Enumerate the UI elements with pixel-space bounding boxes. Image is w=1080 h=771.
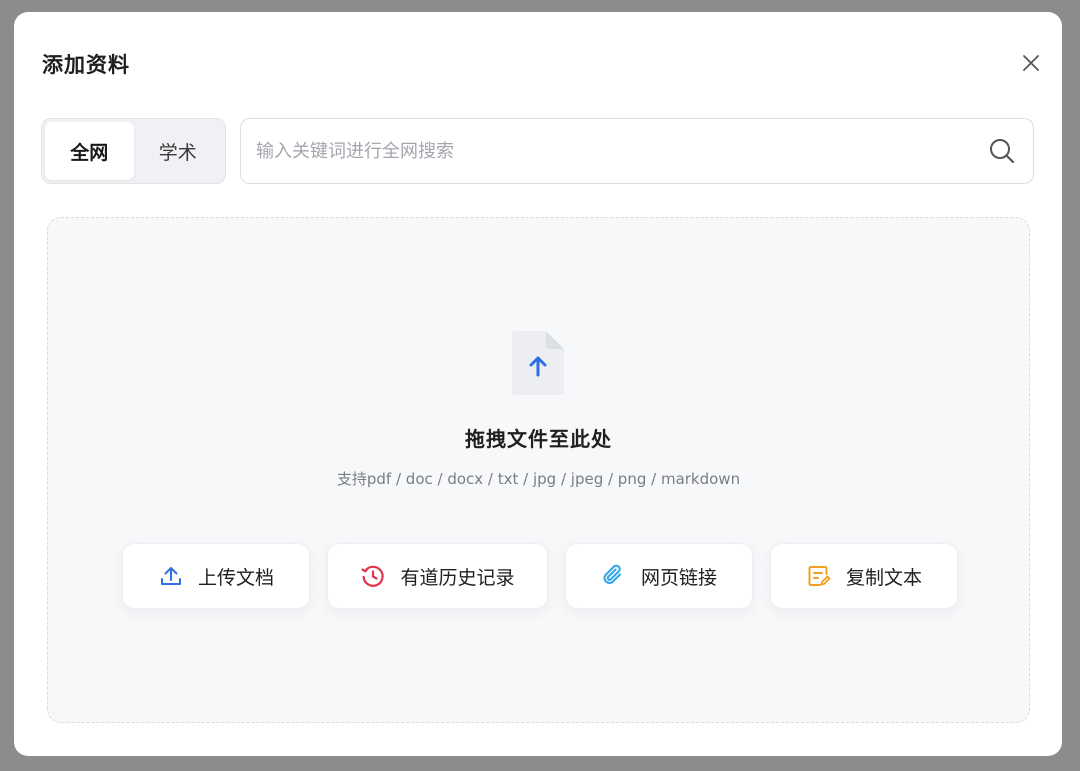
file-dropzone[interactable]: 拖拽文件至此处 支持pdf / doc / docx / txt / jpg /… [47,217,1030,723]
youdao-history-label: 有道历史记录 [400,566,515,589]
upload-document-label: 上传文档 [197,566,274,589]
search-box [240,118,1034,184]
paste-text-label: 复制文本 [845,566,922,589]
edit-note-icon [806,563,832,589]
dropzone-title: 拖拽文件至此处 [465,427,612,451]
add-material-dialog: 添加资料 全网 学术 拖拽文件至此处 支持pdf / doc / docx / … [14,12,1062,756]
search-scope-tabs: 全网 学术 [41,118,226,184]
search-input[interactable] [241,118,987,184]
file-upload-icon [512,331,564,395]
tab-academic[interactable]: 学术 [134,122,223,180]
tab-web[interactable]: 全网 [45,122,134,180]
source-actions: 上传文档 有道历史记录 网页链接 复制文本 [122,543,958,609]
supported-formats: 支持pdf / doc / docx / txt / jpg / jpeg / … [336,470,741,488]
upload-document-button[interactable]: 上传文档 [122,543,310,609]
web-link-button[interactable]: 网页链接 [565,543,753,609]
search-button[interactable] [987,136,1017,166]
upload-icon [158,563,184,589]
paperclip-icon [601,563,627,589]
history-icon [360,563,386,589]
close-button[interactable] [1018,50,1044,76]
youdao-history-button[interactable]: 有道历史记录 [327,543,548,609]
search-icon [990,139,1015,164]
close-icon [1023,55,1039,71]
web-link-label: 网页链接 [640,566,717,589]
dialog-title: 添加资料 [42,53,130,77]
paste-text-button[interactable]: 复制文本 [770,543,958,609]
